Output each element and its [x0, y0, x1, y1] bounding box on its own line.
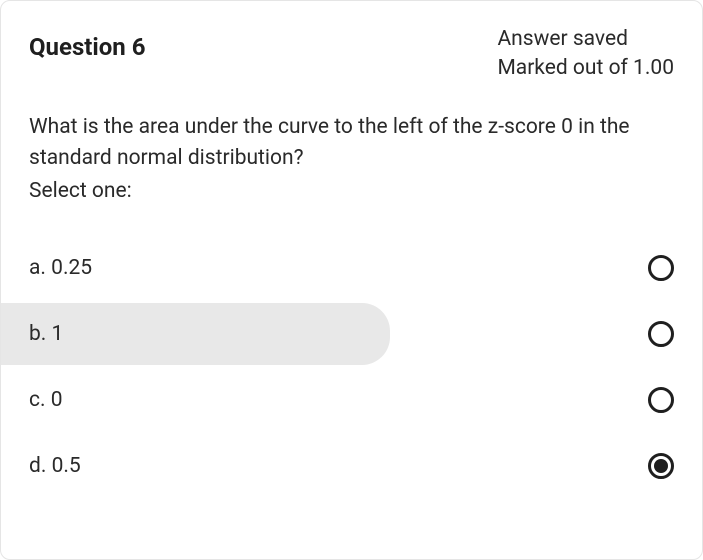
option-c[interactable]: c. 0: [29, 367, 674, 433]
option-b[interactable]: b. 1: [29, 301, 674, 367]
radio-icon[interactable]: [648, 255, 674, 281]
options-list: a. 0.25 b. 1 c. 0 d. 0.5: [29, 235, 674, 499]
option-label: a. 0.25: [29, 256, 92, 280]
option-a[interactable]: a. 0.25: [29, 235, 674, 301]
select-one-label: Select one:: [29, 179, 674, 203]
radio-icon[interactable]: [648, 453, 674, 479]
option-label: b. 1: [29, 322, 63, 346]
radio-icon[interactable]: [648, 387, 674, 413]
option-label: c. 0: [29, 388, 63, 412]
question-title: Question 6: [29, 25, 145, 61]
status-marks: Marked out of 1.00: [497, 54, 674, 83]
option-label: d. 0.5: [29, 454, 81, 478]
question-card: Question 6 Answer saved Marked out of 1.…: [0, 0, 703, 560]
radio-icon[interactable]: [648, 321, 674, 347]
option-d[interactable]: d. 0.5: [29, 433, 674, 499]
status-saved: Answer saved: [497, 25, 674, 54]
question-text: What is the area under the curve to the …: [29, 112, 674, 175]
question-header: Question 6 Answer saved Marked out of 1.…: [29, 25, 674, 84]
status-block: Answer saved Marked out of 1.00: [497, 25, 674, 84]
